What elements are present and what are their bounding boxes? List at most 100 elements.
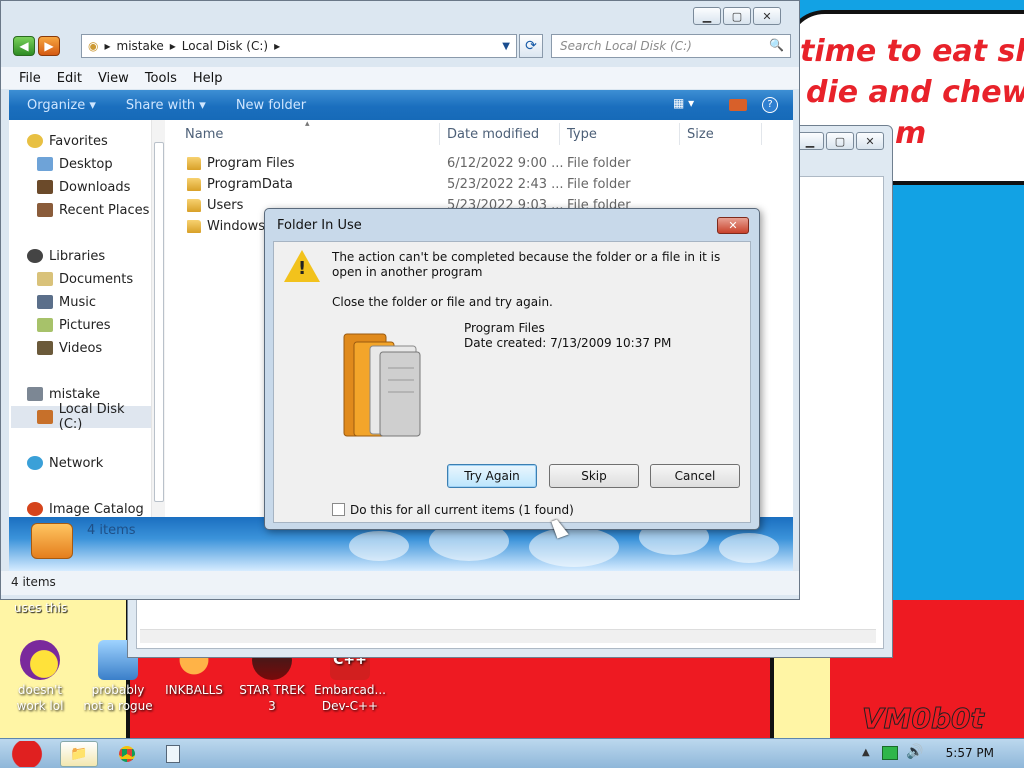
back-window-caption-buttons: ▁ ▢ ✕ bbox=[796, 132, 884, 150]
nav-local-disk[interactable]: Local Disk (C:) bbox=[11, 402, 151, 432]
maximize-icon[interactable]: ▢ bbox=[723, 7, 751, 25]
breadcrumb-computer[interactable]: mistake bbox=[117, 39, 164, 53]
wallpaper-text-line2: die and chew bbox=[806, 75, 1024, 110]
nav-label: Desktop bbox=[59, 156, 113, 172]
column-divider[interactable] bbox=[679, 123, 680, 145]
search-input[interactable]: Search Local Disk (C:) 🔍 bbox=[551, 34, 791, 58]
minimize-icon[interactable]: ▁ bbox=[796, 132, 824, 150]
cancel-button[interactable]: Cancel bbox=[650, 464, 740, 488]
view-options-icon[interactable]: ▦ ▾ bbox=[673, 96, 694, 110]
breadcrumb-separator-icon: ▸ bbox=[169, 39, 176, 53]
sort-ascending-icon: ▴ bbox=[305, 119, 310, 129]
desktop-icon-yahoo[interactable]: doesn't work lol bbox=[2, 640, 78, 714]
organize-button[interactable]: Organize ▾ bbox=[27, 98, 96, 113]
folder-icon bbox=[187, 199, 201, 212]
caption-buttons: ▁ ▢ ✕ bbox=[693, 7, 781, 25]
file-date: 5/23/2022 2:43 ... bbox=[447, 177, 564, 192]
details-decoration bbox=[349, 531, 409, 561]
breadcrumb-separator-icon: ▸ bbox=[274, 39, 281, 53]
menu-help[interactable]: Help bbox=[185, 71, 231, 86]
minimize-icon[interactable]: ▁ bbox=[693, 7, 721, 25]
close-icon[interactable]: ✕ bbox=[717, 217, 749, 234]
command-bar: Organize ▾ Share with ▾ New folder ▦ ▾ ? bbox=[9, 90, 793, 120]
downloads-icon bbox=[37, 180, 53, 194]
nav-scroll-thumb[interactable] bbox=[154, 142, 164, 502]
taskbar: 📁 ▲ 🔊 5:57 PM bbox=[0, 738, 1024, 768]
folder-icon bbox=[343, 333, 421, 437]
menu-file[interactable]: File bbox=[11, 71, 49, 86]
nav-label: Downloads bbox=[59, 179, 131, 195]
nav-label: Network bbox=[49, 455, 104, 471]
table-row[interactable]: ProgramData 5/23/2022 2:43 ... File fold… bbox=[183, 175, 783, 196]
column-divider[interactable] bbox=[439, 123, 440, 145]
menu-view[interactable]: View bbox=[90, 71, 137, 86]
close-icon[interactable]: ✕ bbox=[753, 7, 781, 25]
chevron-down-icon[interactable]: ▼ bbox=[502, 41, 510, 52]
table-row[interactable]: Program Files 6/12/2022 9:00 ... File fo… bbox=[183, 154, 783, 175]
address-bar[interactable]: ◉ ▸ mistake ▸ Local Disk (C:) ▸ ▼ bbox=[81, 34, 517, 58]
column-divider[interactable] bbox=[559, 123, 560, 145]
folder-in-use-dialog[interactable]: Folder In Use ✕ ! The action can't be co… bbox=[264, 208, 760, 530]
location-icon: ◉ bbox=[88, 39, 99, 53]
dialog-item-date: Date created: 7/13/2009 10:37 PM bbox=[464, 336, 672, 350]
yahoo-messenger-icon bbox=[20, 640, 60, 680]
wallpaper-text-line3: m bbox=[895, 116, 927, 151]
back-arrow-icon[interactable]: ◀ bbox=[13, 36, 35, 56]
file-date: 6/12/2022 9:00 ... bbox=[447, 156, 564, 171]
taskbar-clock[interactable]: 5:57 PM bbox=[946, 746, 994, 760]
nav-scrollbar[interactable] bbox=[151, 120, 165, 517]
column-header-size[interactable]: Size bbox=[687, 127, 714, 142]
column-header-name[interactable]: Name bbox=[185, 127, 223, 142]
column-divider[interactable] bbox=[761, 123, 762, 145]
notepad-taskbar-icon[interactable] bbox=[154, 741, 192, 767]
menu-edit[interactable]: Edit bbox=[49, 71, 90, 86]
recent-places-icon bbox=[37, 203, 53, 217]
dialog-item-name: Program Files bbox=[464, 321, 545, 335]
skip-button[interactable]: Skip bbox=[549, 464, 639, 488]
close-icon[interactable]: ✕ bbox=[856, 132, 884, 150]
dialog-hint: Close the folder or file and try again. bbox=[332, 295, 553, 309]
explorer-taskbar-icon[interactable]: 📁 bbox=[60, 741, 98, 767]
desktop-icon bbox=[37, 157, 53, 171]
file-name: Windows bbox=[207, 219, 266, 234]
power-status-icon[interactable] bbox=[882, 746, 898, 760]
wallpaper-text-line1: time to eat shit bbox=[800, 34, 1024, 69]
desktop-icon-label: Embarcad... Dev-C++ bbox=[314, 683, 386, 713]
wallpaper-signature: VM0b0t bbox=[862, 702, 985, 736]
volume-icon[interactable]: 🔊 bbox=[906, 744, 923, 760]
apply-all-label[interactable]: Do this for all current items (1 found) bbox=[350, 503, 574, 518]
nav-label: Local Disk (C:) bbox=[58, 402, 125, 432]
maximize-icon[interactable]: ▢ bbox=[826, 132, 854, 150]
forward-arrow-icon[interactable]: ▶ bbox=[38, 36, 60, 56]
apply-all-checkbox[interactable] bbox=[332, 503, 345, 516]
new-folder-button[interactable]: New folder bbox=[236, 98, 306, 113]
chrome-taskbar-icon[interactable] bbox=[108, 741, 146, 767]
share-with-button[interactable]: Share with ▾ bbox=[126, 98, 206, 113]
libraries-icon bbox=[27, 249, 43, 263]
breadcrumb-separator-icon: ▸ bbox=[104, 39, 111, 53]
nav-label: Videos bbox=[59, 340, 103, 356]
column-header-type[interactable]: Type bbox=[567, 127, 597, 142]
wallpaper-note: uses this bbox=[14, 601, 68, 615]
refresh-button[interactable]: ⟳ bbox=[519, 34, 543, 58]
column-header-date[interactable]: Date modified bbox=[447, 127, 539, 142]
help-icon[interactable]: ? bbox=[762, 97, 778, 113]
start-button-angry-bird-icon[interactable] bbox=[4, 741, 50, 767]
horizontal-scrollbar[interactable] bbox=[140, 629, 876, 643]
nav-label: Pictures bbox=[59, 317, 111, 333]
show-hidden-icons-icon[interactable]: ▲ bbox=[862, 747, 870, 758]
videos-icon bbox=[37, 341, 53, 355]
breadcrumb-local-disk[interactable]: Local Disk (C:) bbox=[182, 39, 268, 53]
preview-pane-icon[interactable] bbox=[729, 99, 747, 111]
share-label: Share with bbox=[125, 97, 196, 113]
network-icon bbox=[27, 456, 43, 470]
search-icon[interactable]: 🔍 bbox=[769, 38, 784, 52]
menu-tools[interactable]: Tools bbox=[137, 71, 185, 86]
details-decoration bbox=[719, 533, 779, 563]
file-name: ProgramData bbox=[207, 177, 293, 192]
drive-icon bbox=[37, 410, 53, 424]
status-item-count: 4 items bbox=[11, 575, 56, 589]
try-again-button[interactable]: Try Again bbox=[447, 464, 537, 488]
search-placeholder: Search Local Disk (C:) bbox=[560, 39, 692, 53]
drive-icon bbox=[31, 523, 73, 559]
